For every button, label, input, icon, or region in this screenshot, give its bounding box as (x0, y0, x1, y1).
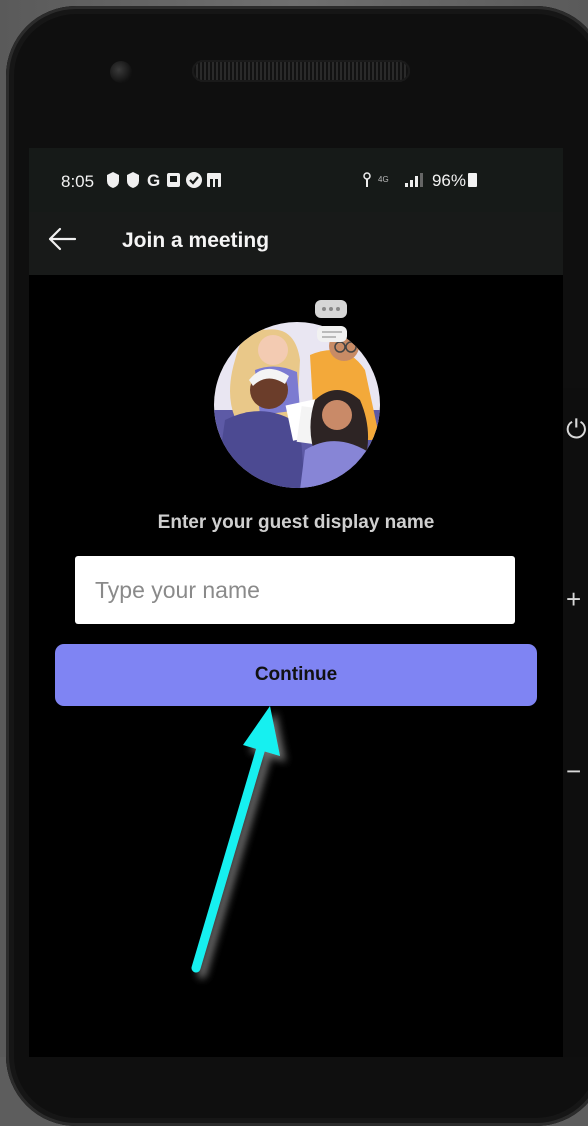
svg-text:4G: 4G (378, 175, 389, 184)
phone-screen: 8:05 G 4G 96% Join a meeting Enter your … (29, 148, 563, 1057)
status-right: 4G 96% (361, 171, 477, 191)
people-illustration (205, 300, 385, 495)
front-camera (110, 61, 132, 83)
guest-name-input[interactable] (75, 556, 515, 624)
battery-icon (468, 173, 477, 187)
earpiece-speaker (192, 60, 410, 82)
arrow-left-icon[interactable] (47, 224, 77, 259)
signal-icons: 4G (363, 172, 424, 187)
battery-percent: 96% (431, 171, 466, 190)
minus-icon[interactable]: − (566, 758, 581, 784)
power-icon[interactable]: ⏻ (566, 416, 587, 442)
guest-name-prompt: Enter your guest display name (157, 512, 435, 533)
status-bar: 8:05 G 4G 96% (29, 148, 563, 212)
page-title: Join a meeting (122, 229, 270, 252)
app-bar: Join a meeting (29, 212, 563, 275)
svg-text:G: G (147, 171, 162, 189)
status-notification-icons: G (105, 171, 275, 193)
notification-icons: G (107, 171, 221, 190)
status-time: 8:05 (61, 172, 95, 191)
continue-button[interactable]: Continue (55, 644, 537, 706)
plus-icon[interactable]: + (566, 586, 581, 612)
